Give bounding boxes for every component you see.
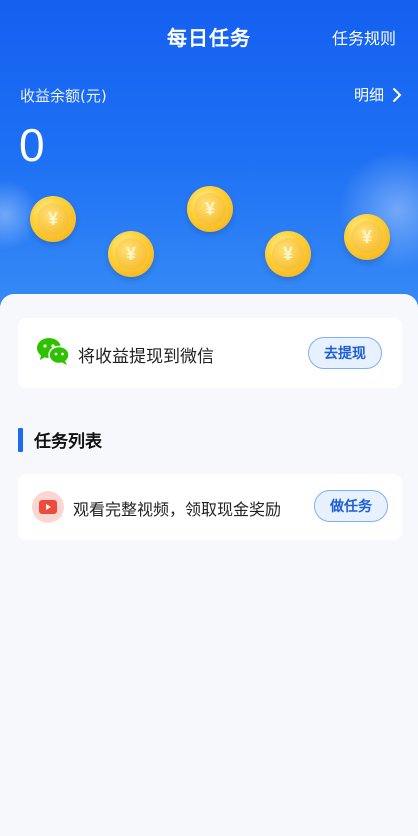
task-list-header: 任务列表 <box>18 427 102 452</box>
section-title: 任务列表 <box>34 432 102 452</box>
coin-icon: ¥ <box>30 196 76 242</box>
withdraw-card: 将收益提现到微信 去提现 <box>18 318 402 388</box>
coin-icon: ¥ <box>108 231 154 277</box>
balance-value: 0 <box>19 119 45 171</box>
header-banner: 每日任务 任务规则 收益余额(元) 明细 0 ¥ ¥ ¥ ¥ ¥ <box>0 0 418 330</box>
task-rules-link[interactable]: 任务规则 <box>332 25 396 49</box>
task-item: 观看完整视频，领取现金奖励 做任务 <box>18 474 402 540</box>
section-accent-bar <box>18 427 23 452</box>
video-play-icon <box>32 491 64 523</box>
main-content: 将收益提现到微信 去提现 任务列表 观看完整视频，领取现金奖励 做任务 <box>0 294 418 836</box>
coin-icon: ¥ <box>187 186 233 232</box>
coin-icon: ¥ <box>265 231 311 277</box>
withdraw-button[interactable]: 去提现 <box>308 337 382 369</box>
detail-label: 明细 <box>353 86 384 104</box>
task-text: 观看完整视频，领取现金奖励 <box>73 500 282 519</box>
withdraw-text: 将收益提现到微信 <box>78 347 214 367</box>
do-task-button[interactable]: 做任务 <box>314 490 388 522</box>
detail-link[interactable]: 明细 <box>354 84 402 105</box>
wechat-icon <box>37 338 70 365</box>
chevron-right-icon <box>393 87 402 102</box>
coin-icon: ¥ <box>344 214 390 260</box>
balance-label: 收益余额(元) <box>20 87 107 105</box>
